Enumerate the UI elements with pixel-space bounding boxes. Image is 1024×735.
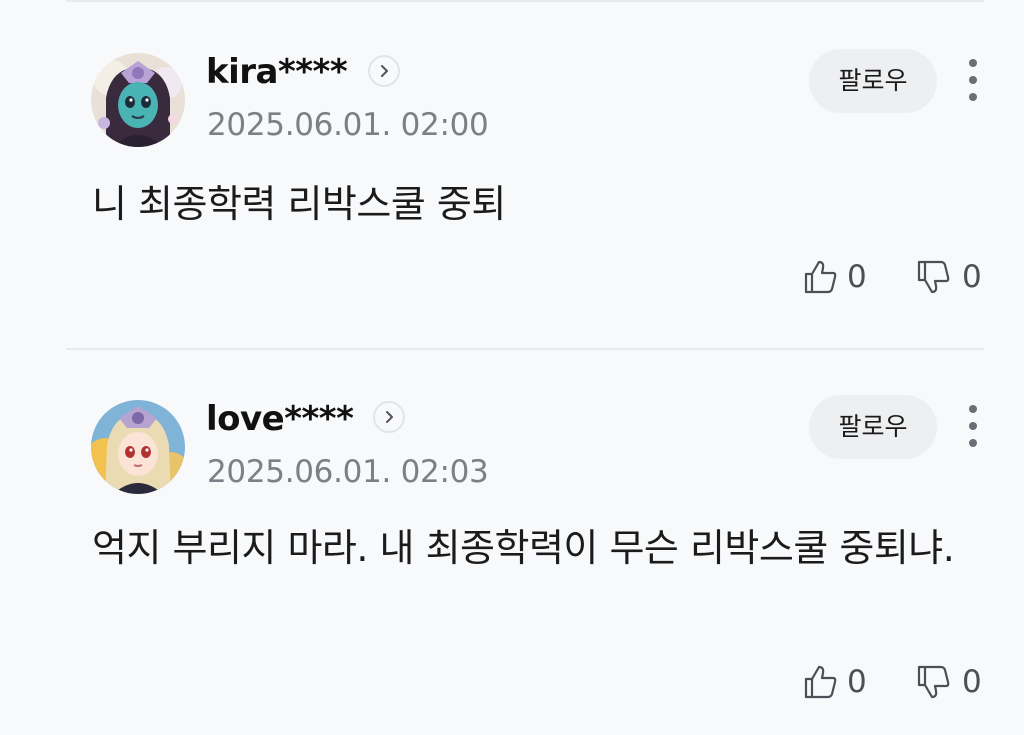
like-button[interactable]: 0 [803,662,873,702]
more-vertical-icon [960,59,986,101]
like-button[interactable]: 0 [803,257,873,297]
divider [66,348,984,350]
comment-timestamp: 2025.06.01. 02:00 [207,107,489,143]
username[interactable]: kira**** [206,52,348,92]
follow-button[interactable]: 팔로우 [809,395,937,459]
thumbs-up-icon [804,260,837,294]
chevron-right-icon [386,411,393,423]
comment-list: kira**** 2025.06.01. 02:00 팔로우 니 최종학력 리박… [0,0,1024,735]
profile-link-button[interactable] [368,55,400,87]
thumbs-up-icon [804,665,837,699]
profile-link-button[interactable] [373,401,405,433]
dislike-button[interactable]: 0 [916,257,986,297]
comment-text: 니 최종학력 리박스쿨 중퇴 [92,182,506,226]
comment-timestamp: 2025.06.01. 02:03 [207,454,489,490]
thumbs-down-icon [917,260,950,294]
avatar[interactable] [91,53,185,147]
dislike-button[interactable]: 0 [916,662,986,702]
dislike-count: 0 [962,259,982,295]
like-count: 0 [847,664,867,700]
follow-button[interactable]: 팔로우 [809,49,937,113]
comment-text: 억지 부리지 마라. 내 최종학력이 무슨 리박스쿨 중퇴냐. [92,526,955,570]
more-options-button[interactable] [960,405,986,449]
chevron-right-icon [381,65,388,77]
dislike-count: 0 [962,664,982,700]
divider [66,0,984,2]
more-options-button[interactable] [960,59,986,103]
more-vertical-icon [960,405,986,447]
like-count: 0 [847,259,867,295]
username[interactable]: love**** [206,399,354,439]
avatar[interactable] [91,400,185,494]
thumbs-down-icon [917,665,950,699]
